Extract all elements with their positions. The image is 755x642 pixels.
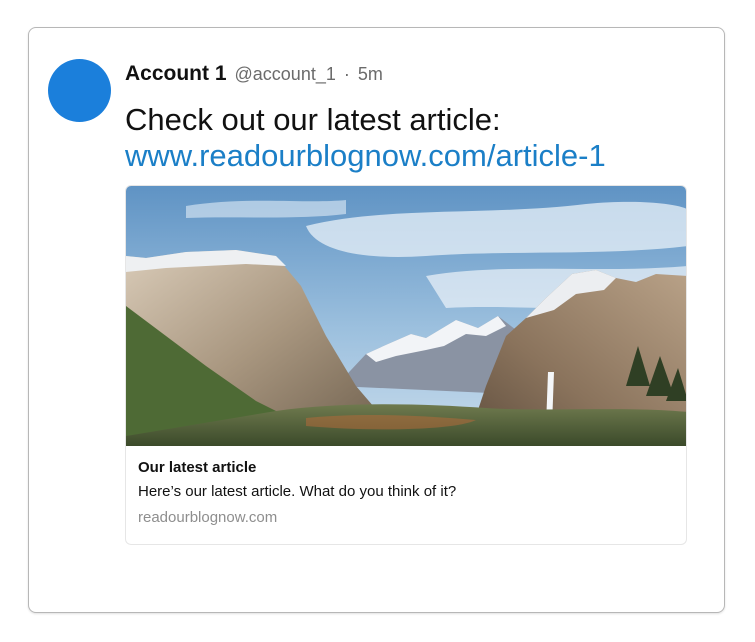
card-image [126, 186, 686, 446]
article-link[interactable]: www.readourblognow.com/article-1 [125, 138, 705, 174]
avatar[interactable] [48, 59, 111, 122]
tweet-header: Account 1 @account_1 · 5m [125, 62, 383, 90]
link-preview-card[interactable]: Our latest article Here’s our latest art… [125, 185, 687, 545]
tweet-message: Check out our latest article: [125, 102, 501, 137]
account-name[interactable]: Account 1 [125, 62, 227, 86]
card-domain: readourblognow.com [138, 509, 278, 526]
tweet-card: Account 1 @account_1 · 5m Check out our … [28, 27, 725, 613]
tweet-timestamp[interactable]: 5m [358, 64, 383, 85]
separator-dot: · [343, 64, 350, 84]
card-body: Our latest article Here’s our latest art… [138, 458, 678, 528]
account-handle[interactable]: @account_1 [235, 64, 336, 85]
tweet-text: Check out our latest article: www.readou… [125, 102, 705, 174]
card-description: Here’s our latest article. What do you t… [138, 483, 457, 500]
card-title: Our latest article [138, 459, 257, 476]
